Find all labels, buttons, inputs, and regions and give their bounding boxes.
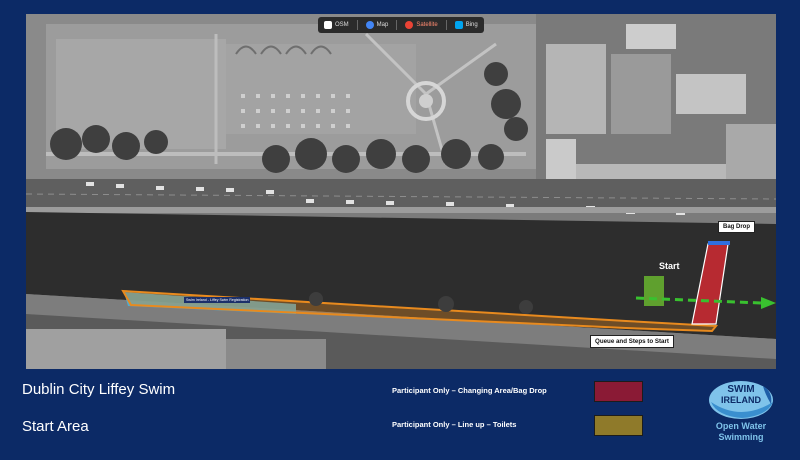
bing-icon (454, 21, 463, 29)
google-icon (365, 21, 374, 29)
toolbar-bing[interactable]: Bing (454, 21, 478, 29)
legend-label-lineup: Participant Only – Line up – Toilets (392, 420, 517, 429)
google-icon (405, 21, 414, 29)
event-title: Dublin City Liffey Swim (22, 381, 176, 398)
logo-tagline-line1: Open Water (716, 421, 767, 431)
map-layer-toolbar: OSM Map Satellite Bing (318, 17, 484, 33)
slide-frame: OSM Map Satellite Bing Bag Drop Start Qu… (0, 0, 800, 460)
swim-ireland-logo: SWIM IRELAND Open Water Swimming (705, 378, 783, 446)
logo-brand-line2: IRELAND (721, 395, 761, 405)
bag-drop-label: Bag Drop (718, 221, 755, 233)
registration-sign: Swim Ireland - Liffey Swim Registration (184, 297, 251, 303)
logo-tagline-line2: Swimming (718, 432, 763, 442)
toolbar-map[interactable]: Map (365, 21, 388, 29)
area-title: Start Area (22, 418, 89, 435)
queue-label: Queue and Steps to Start (590, 335, 674, 348)
osm-icon (324, 21, 332, 29)
legend-swatch-changing (594, 381, 643, 402)
legend-swatch-lineup (594, 415, 643, 436)
start-label: Start (659, 261, 680, 271)
satellite-map[interactable] (26, 14, 776, 369)
toolbar-satellite[interactable]: Satellite (405, 21, 438, 29)
legend-label-changing: Participant Only – Changing Area/Bag Dro… (392, 386, 547, 395)
logo-brand-line1: SWIM (727, 384, 754, 395)
toolbar-osm[interactable]: OSM (324, 21, 349, 29)
